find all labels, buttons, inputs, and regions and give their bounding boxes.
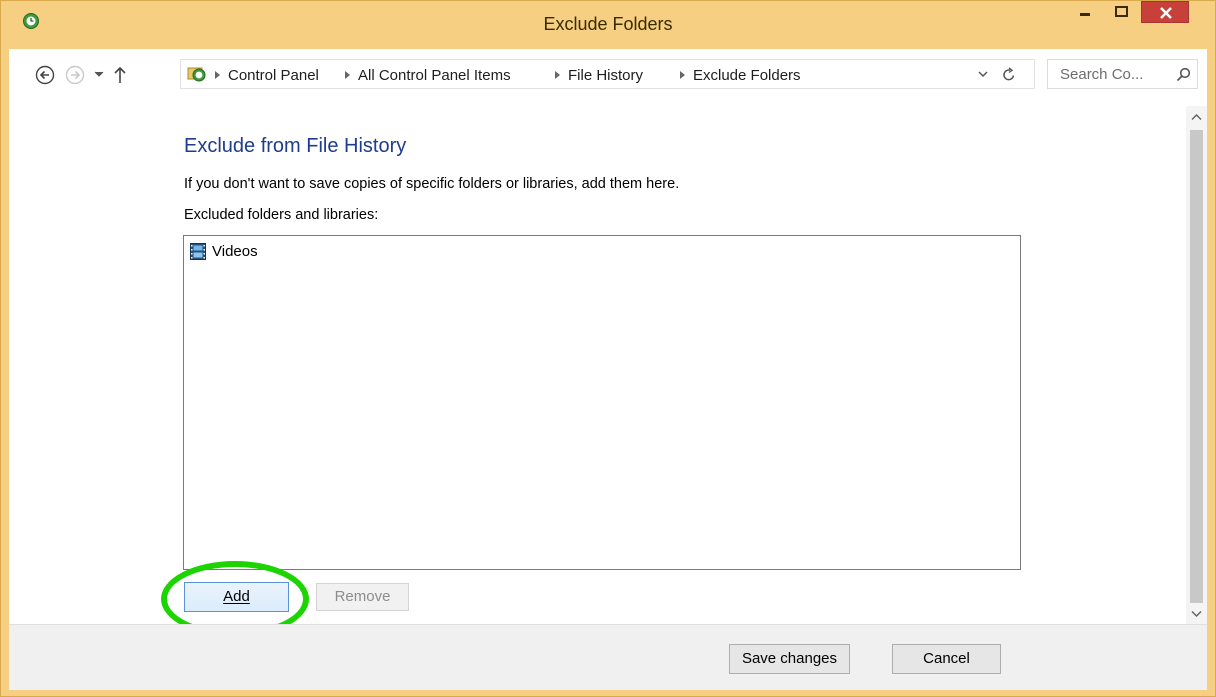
close-button[interactable] xyxy=(1141,1,1189,23)
up-arrow-icon[interactable] xyxy=(113,66,127,84)
minimize-button[interactable] xyxy=(1067,1,1103,23)
window-title: Exclude Folders xyxy=(543,14,673,34)
remove-button: Remove xyxy=(316,583,409,611)
main-content: Control Panel All Control Panel Items Fi… xyxy=(9,49,1207,690)
breadcrumb-all-control-panel-items[interactable]: All Control Panel Items xyxy=(358,67,511,84)
search-input[interactable]: Search Co... xyxy=(1047,59,1198,89)
excluded-folders-list[interactable]: Videos xyxy=(183,235,1021,570)
page-heading: Exclude from File History xyxy=(184,135,407,157)
refresh-icon[interactable] xyxy=(1002,67,1016,82)
back-arrow-icon[interactable] xyxy=(35,65,55,85)
search-placeholder: Search Co... xyxy=(1060,66,1144,83)
excluded-list-label: Excluded folders and libraries: xyxy=(184,207,379,223)
breadcrumb-exclude-folders[interactable]: Exclude Folders xyxy=(693,67,801,84)
breadcrumb-file-history[interactable]: File History xyxy=(568,67,643,84)
close-icon xyxy=(1160,7,1172,19)
dropdown-chevron-icon[interactable] xyxy=(978,71,988,79)
window: Exclude Folders Control Panel All Contro… xyxy=(0,0,1216,697)
scrollbar-track xyxy=(1186,106,1207,624)
address-bar[interactable]: Control Panel All Control Panel Items Fi… xyxy=(180,59,1035,89)
recent-locations-chevron-icon[interactable] xyxy=(94,71,104,79)
breadcrumb-separator-icon xyxy=(555,71,560,79)
page-description: If you don't want to save copies of spec… xyxy=(184,176,680,192)
navigation-bar: Control Panel All Control Panel Items Fi… xyxy=(9,49,1207,103)
save-changes-button[interactable]: Save changes xyxy=(729,644,850,674)
maximize-button[interactable] xyxy=(1103,1,1139,23)
dialog-footer: Save changes Cancel xyxy=(9,624,1207,690)
list-item-label: Videos xyxy=(212,243,258,260)
scroll-down-icon[interactable] xyxy=(1191,610,1202,618)
breadcrumb-separator-icon xyxy=(215,71,220,79)
scroll-up-icon[interactable] xyxy=(1191,113,1202,121)
cancel-button[interactable]: Cancel xyxy=(892,644,1001,674)
breadcrumb-separator-icon xyxy=(680,71,685,79)
remove-button-label: Remove xyxy=(334,588,391,605)
breadcrumb-separator-icon xyxy=(345,71,350,79)
minimize-icon xyxy=(1080,13,1090,16)
forward-arrow-icon[interactable] xyxy=(65,65,85,85)
file-history-icon xyxy=(187,67,206,82)
cancel-label: Cancel xyxy=(923,650,970,667)
save-changes-label: Save changes xyxy=(741,650,838,667)
maximize-icon xyxy=(1115,6,1128,17)
title-bar: Exclude Folders xyxy=(1,1,1215,49)
vertical-scrollbar[interactable] xyxy=(1186,106,1207,624)
videos-library-icon xyxy=(190,243,206,260)
search-icon[interactable] xyxy=(1176,67,1191,82)
breadcrumb-control-panel[interactable]: Control Panel xyxy=(228,67,319,84)
